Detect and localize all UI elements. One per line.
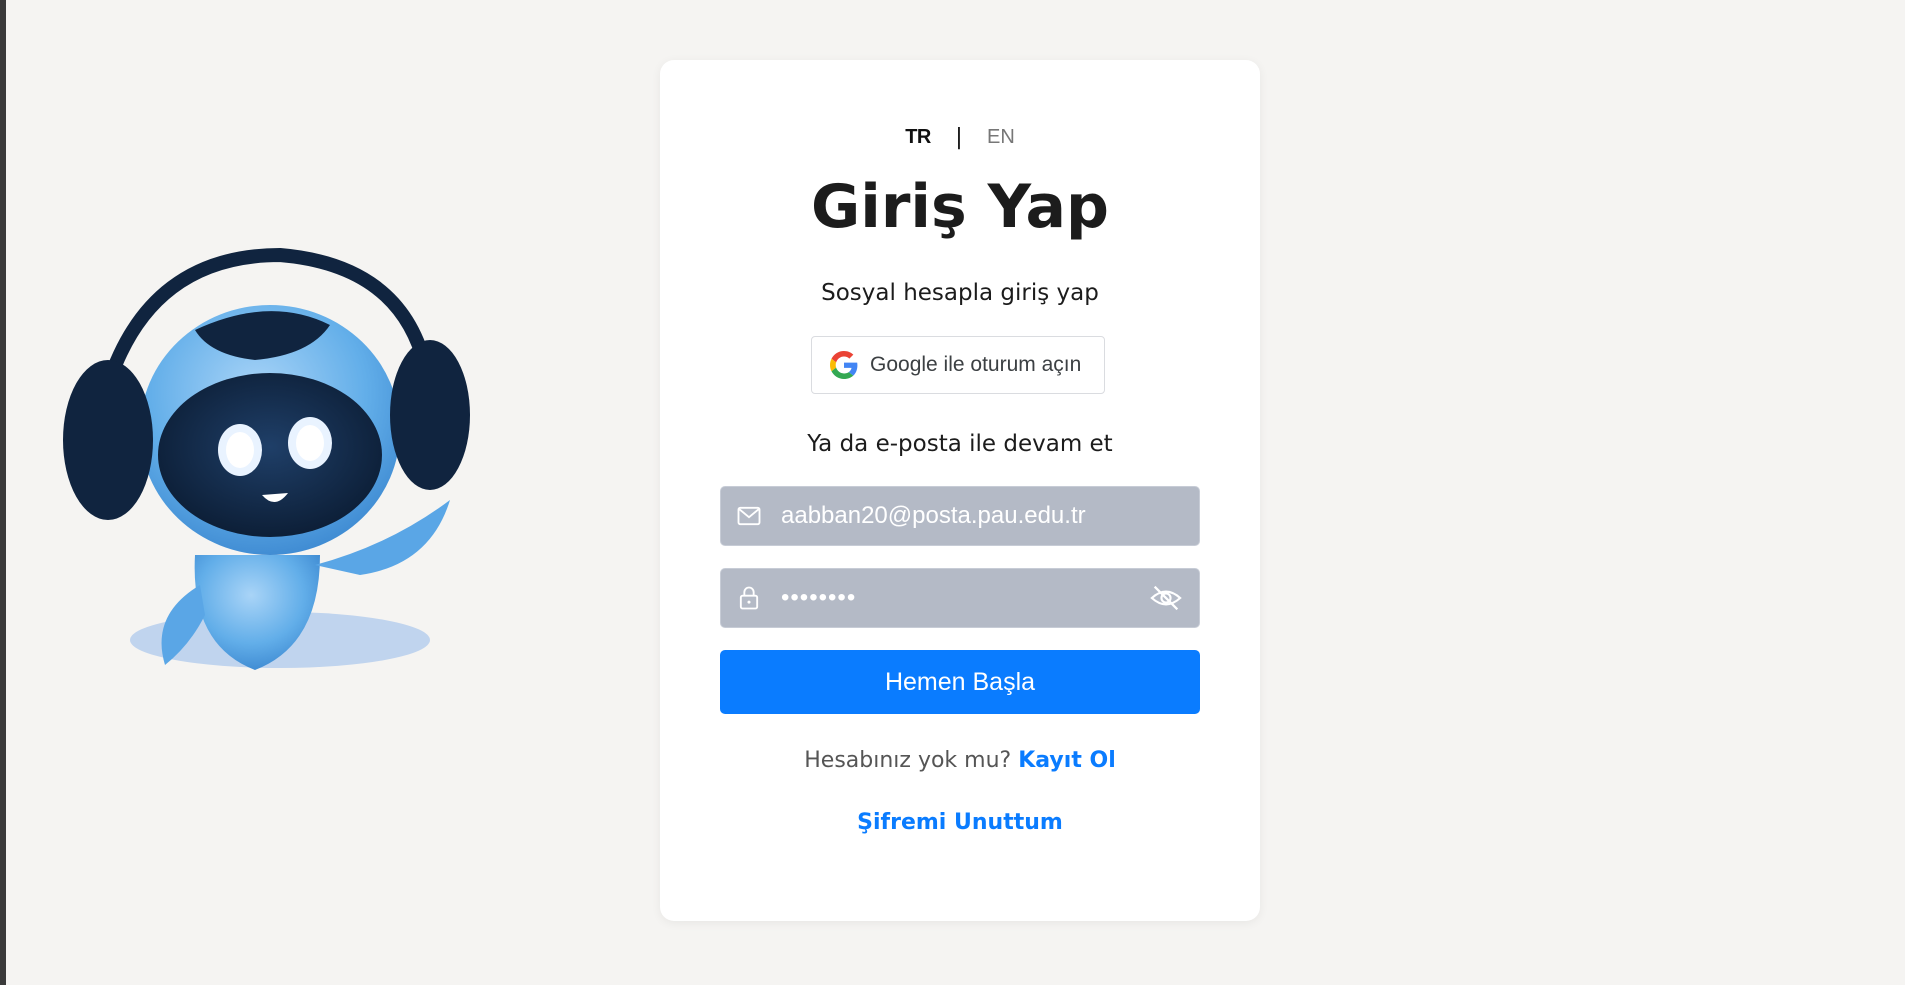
login-card: TR | EN Giriş Yap Sosyal hesapla giriş y… xyxy=(660,60,1260,921)
forgot-password-link[interactable]: Şifremi Unuttum xyxy=(660,810,1260,835)
lang-tr-option[interactable]: TR xyxy=(905,126,931,149)
signup-prompt-line: Hesabınız yok mu? Kayıt Ol xyxy=(660,748,1260,773)
google-signin-button[interactable]: Google ile oturum açın xyxy=(811,336,1105,394)
email-login-label: Ya da e-posta ile devam et xyxy=(807,431,1113,457)
google-signin-label: Google ile oturum açın xyxy=(870,353,1082,376)
lock-icon xyxy=(739,586,759,610)
eye-off-icon[interactable] xyxy=(1149,581,1183,615)
google-g-icon xyxy=(830,351,858,379)
password-field[interactable]: •••••••• xyxy=(720,568,1200,628)
email-field-value[interactable]: aabban20@posta.pau.edu.tr xyxy=(781,502,1199,530)
lang-separator: | xyxy=(955,125,963,150)
lang-en-option[interactable]: EN xyxy=(987,126,1015,149)
language-switcher: TR | EN xyxy=(660,124,1260,150)
mail-icon xyxy=(737,506,761,526)
page-title: Giriş Yap xyxy=(811,172,1109,242)
social-login-label: Sosyal hesapla giriş yap xyxy=(821,280,1099,306)
robot-mascot-illustration xyxy=(63,247,470,670)
email-field[interactable]: aabban20@posta.pau.edu.tr xyxy=(720,486,1200,546)
start-now-button[interactable]: Hemen Başla xyxy=(720,650,1200,714)
signup-prompt-text: Hesabınız yok mu? xyxy=(804,748,1012,773)
window-edge xyxy=(0,0,6,985)
signup-link[interactable]: Kayıt Ol xyxy=(1018,748,1116,773)
password-field-value[interactable]: •••••••• xyxy=(781,584,1149,612)
